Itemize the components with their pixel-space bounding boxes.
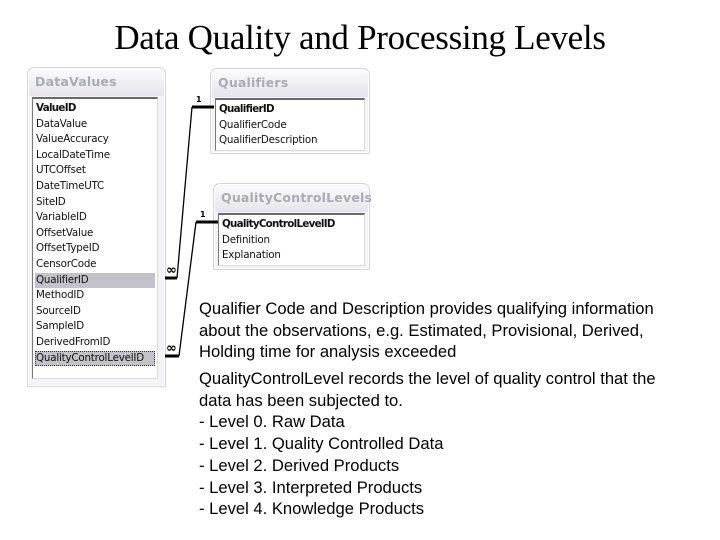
note-line: data has been subjected to. [199, 390, 403, 410]
note-line: QualityControlLevel records the level of… [199, 369, 656, 388]
level-item: - Level 1. Quality Controlled Data [199, 434, 444, 454]
level-item: - Level 0. Raw Data [199, 412, 345, 432]
relationship-connector [178, 221, 197, 357]
one-label: 1 [200, 210, 206, 219]
many-infinity-icon: ∞ [166, 341, 177, 356]
level-item: - Level 3. Interpreted Products [199, 477, 423, 497]
note-line: Holding time for analysis exceeded [199, 342, 457, 362]
level-item: - Level 2. Derived Products [199, 455, 400, 475]
many-infinity-icon: ∞ [166, 263, 177, 278]
qualifier-note: Qualifier Code and Description provides … [199, 298, 709, 363]
one-label: 1 [196, 95, 202, 104]
note-line: about the observations, e.g. Estimated, … [199, 320, 644, 340]
relationship-connector [176, 106, 193, 279]
note-line: Qualifier Code and Description provides … [199, 299, 654, 318]
level-item: - Level 4. Knowledge Products [199, 499, 425, 519]
relationship-qualifier[interactable]: 1 ∞ [165, 95, 214, 280]
quality-control-level-note: QualityControlLevel records the level of… [199, 368, 709, 520]
